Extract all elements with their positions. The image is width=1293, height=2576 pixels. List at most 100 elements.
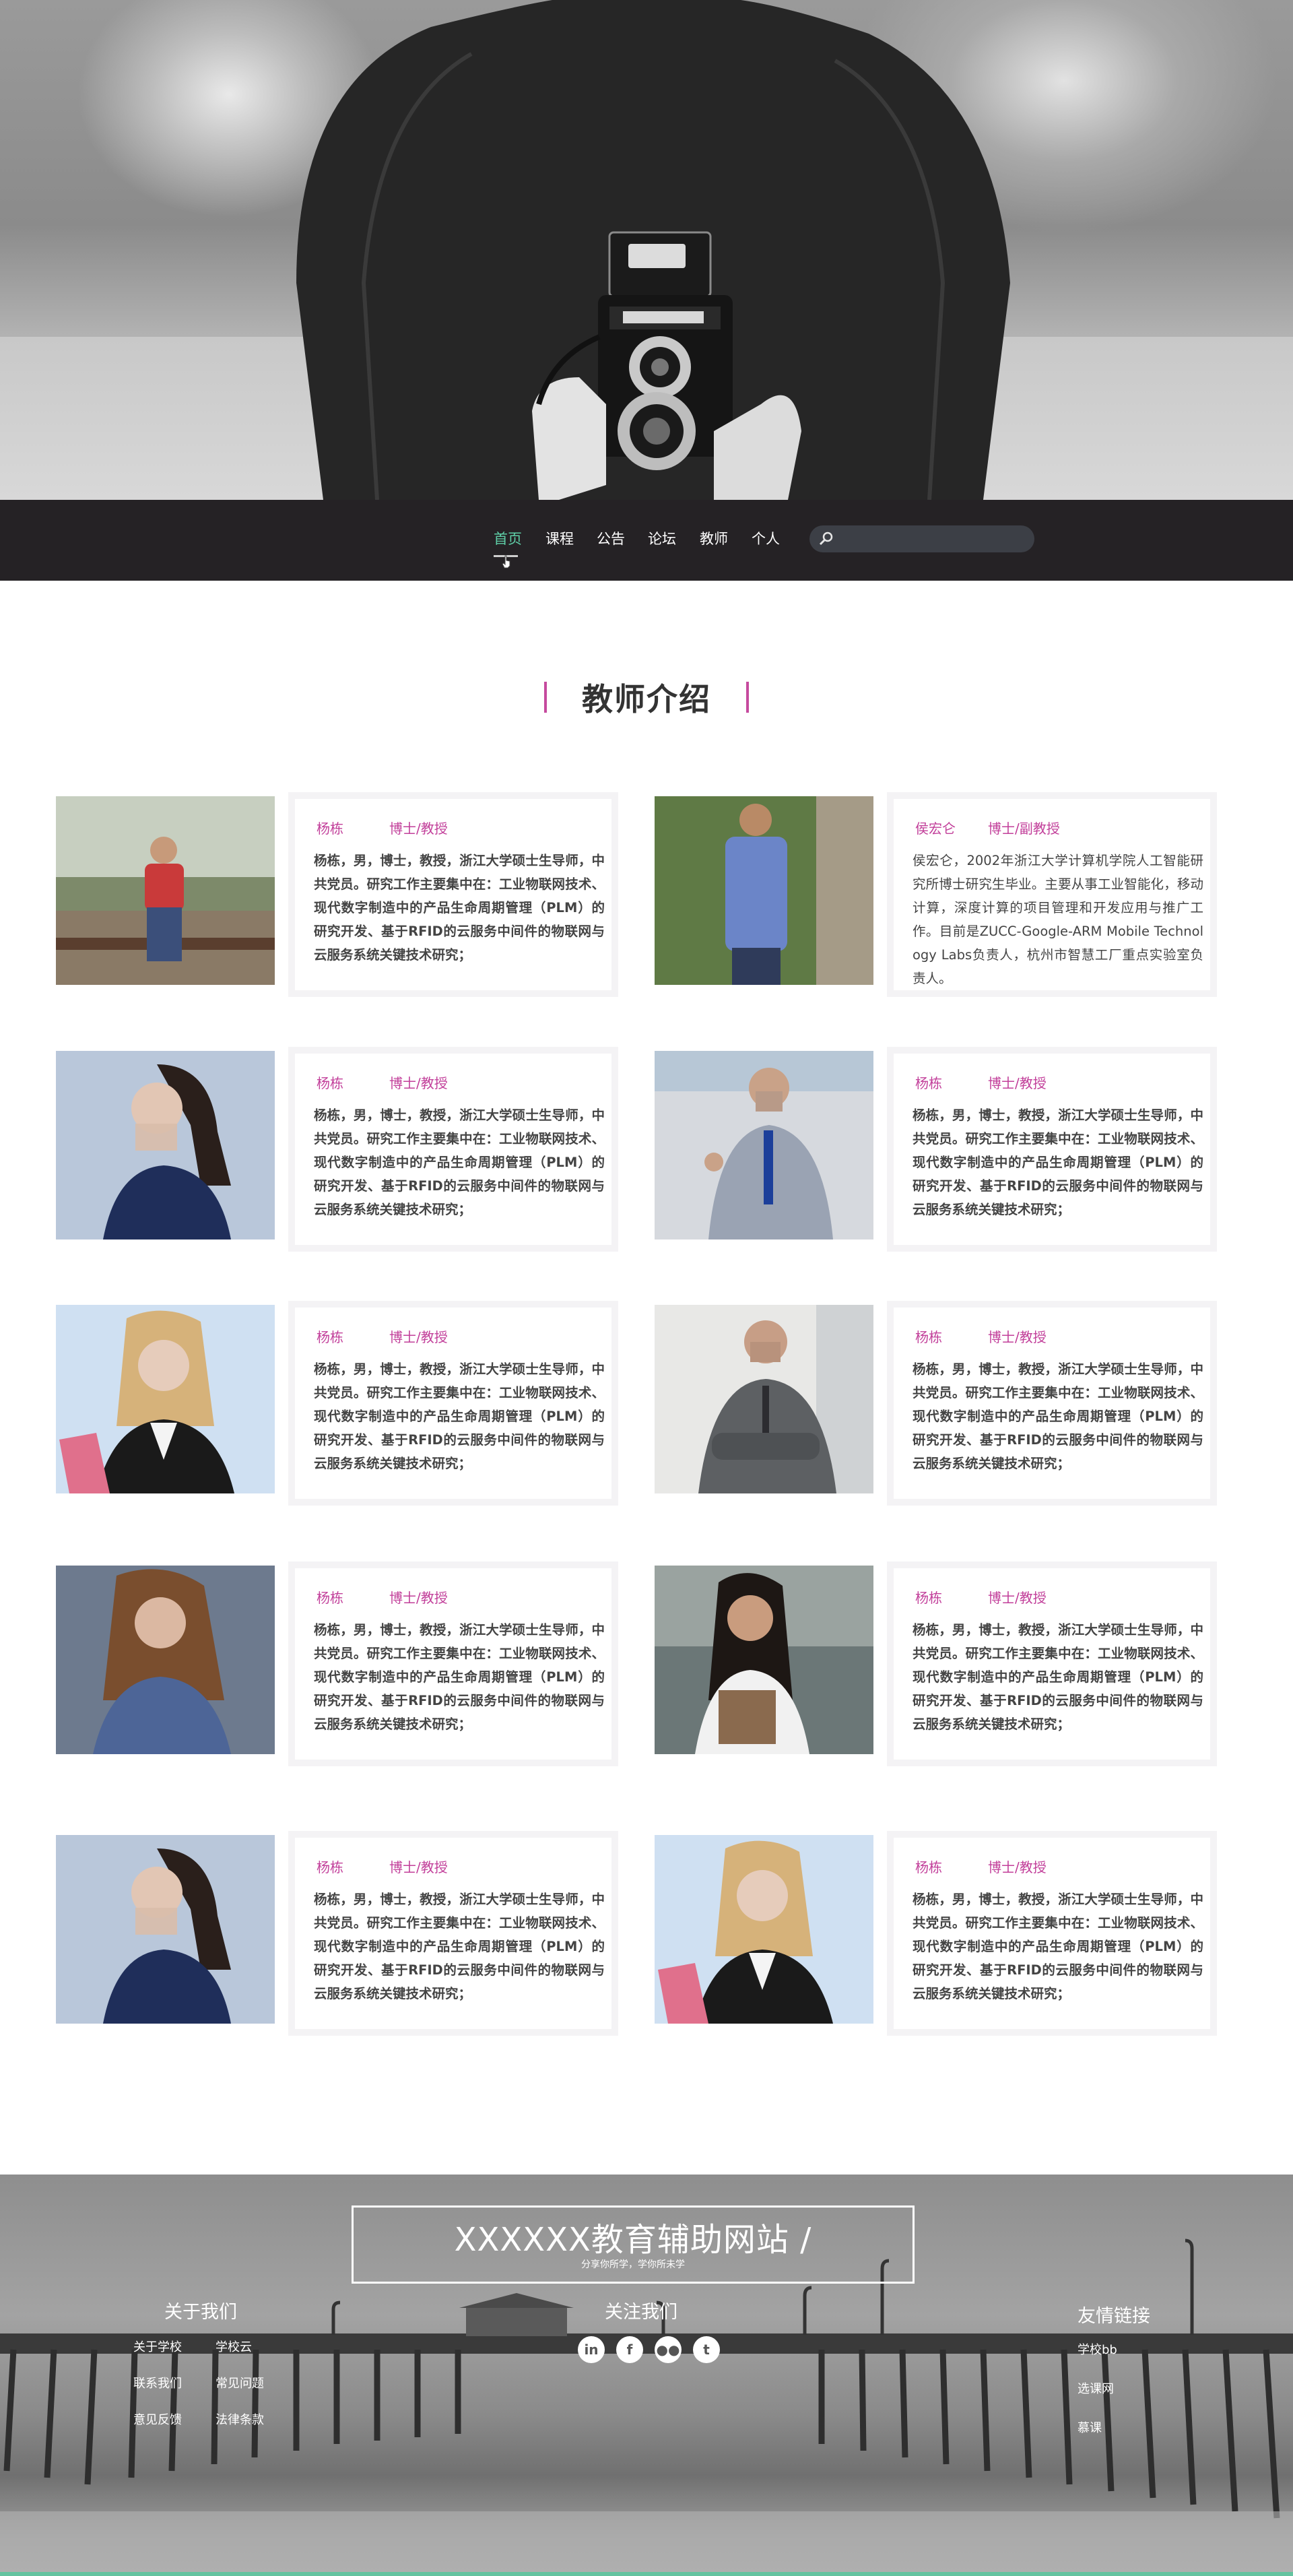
flickr-icon[interactable]: ●● <box>655 2336 682 2363</box>
teacher-name[interactable]: 杨栋 <box>915 1072 942 1092</box>
teacher-name[interactable]: 侯宏仑 <box>915 818 956 837</box>
twitter-icon[interactable]: t <box>693 2336 720 2363</box>
teacher-degree: 博士/教授 <box>389 1075 448 1091</box>
search-icon <box>819 532 833 546</box>
teacher-photo[interactable] <box>56 796 275 985</box>
footer-friends-title: 友情链接 <box>1078 2306 1150 2327</box>
teacher-description: 侯宏仑，2002年浙江大学计算机学院人工智能研究所博士研究生毕业。主要从事工业智… <box>913 853 1203 986</box>
teacher-info-frame: 杨栋 博士/教授杨栋，男，博士，教授，浙江大学硕士生导师，中共党员。研究工作主要集… <box>288 1047 618 1252</box>
teacher-description: 杨栋，男，博士，教授，浙江大学硕士生导师，中共党员。研究工作主要集中在：工业物联… <box>314 853 605 963</box>
footer-link-course-select[interactable]: 选课网 <box>1078 2379 1114 2397</box>
teacher-degree: 博士/教授 <box>389 1859 448 1875</box>
teacher-info-frame: 侯宏仑 博士/副教授侯宏仑，2002年浙江大学计算机学院人工智能研究所博士研究生毕… <box>887 792 1217 997</box>
teacher-info-frame: 杨栋 博士/教授杨栋，男，博士，教授，浙江大学硕士生导师，中共党员。研究工作主要集… <box>288 1561 618 1766</box>
nav-item-teachers[interactable]: 教师 <box>700 527 728 551</box>
teacher-degree: 博士/教授 <box>988 1590 1047 1606</box>
teacher-info-panel: 杨栋 博士/教授杨栋，男，博士，教授，浙江大学硕士生导师，中共党员。研究工作主要集… <box>894 1054 1210 1245</box>
teacher-info-panel: 杨栋 博士/教授杨栋，男，博士，教授，浙江大学硕士生导师，中共党员。研究工作主要集… <box>894 1568 1210 1760</box>
teacher-name[interactable]: 杨栋 <box>317 1857 343 1876</box>
footer: XXXXXX教育辅助网站 / 分享你所学，学你所未学 关于我们 关于学校 学校云… <box>0 2175 1293 2576</box>
teacher-degree: 博士/教授 <box>389 820 448 837</box>
main-nav: 首页 课程 公告 论坛 教师 个人 <box>0 500 1293 581</box>
teacher-degree: 博士/教授 <box>988 1859 1047 1875</box>
footer-link-school-cloud[interactable]: 学校云 <box>216 2338 252 2355</box>
nav-item-profile[interactable]: 个人 <box>752 527 780 551</box>
teacher-info-panel: 杨栋 博士/教授杨栋，男，博士，教授，浙江大学硕士生导师，中共党员。研究工作主要集… <box>894 1838 1210 2029</box>
hero-photographer-image <box>296 0 1010 500</box>
flickr-glyph: ●● <box>656 2342 680 2358</box>
teacher-name[interactable]: 杨栋 <box>915 1326 942 1346</box>
teacher-description: 杨栋，男，博士，教授，浙江大学硕士生导师，中共党员。研究工作主要集中在：工业物联… <box>314 1107 605 1217</box>
linkedin-icon[interactable]: in <box>578 2336 605 2363</box>
facebook-icon[interactable]: f <box>616 2336 643 2363</box>
footer-link-legal[interactable]: 法律条款 <box>216 2410 264 2428</box>
footer-brand-slogan: 分享你所学，学你所未学 <box>581 2259 685 2270</box>
teacher-description: 杨栋，男，博士，教授，浙江大学硕士生导师，中共党员。研究工作主要集中在：工业物联… <box>913 1892 1203 2001</box>
linkedin-glyph: in <box>584 2342 599 2358</box>
teacher-description: 杨栋，男，博士，教授，浙江大学硕士生导师，中共党员。研究工作主要集中在：工业物联… <box>314 1361 605 1471</box>
teacher-info-panel: 杨栋 博士/教授杨栋，男，博士，教授，浙江大学硕士生导师，中共党员。研究工作主要集… <box>295 1568 611 1760</box>
footer-brand-title: XXXXXX教育辅助网站 / <box>454 2221 812 2259</box>
nav-item-notices[interactable]: 公告 <box>597 527 625 551</box>
teacher-degree: 博士/教授 <box>988 1075 1047 1091</box>
teacher-photo[interactable] <box>655 1566 873 1754</box>
teacher-info-frame: 杨栋 博士/教授 杨栋，男，博士，教授，浙江大学硕士生导师，中共党员。研究工作主要集… <box>288 1831 618 2036</box>
hand-cursor-icon <box>502 555 510 569</box>
footer-link-school-bb[interactable]: 学校bb <box>1078 2340 1117 2358</box>
teacher-photo[interactable] <box>56 1835 275 2024</box>
teacher-name[interactable]: 杨栋 <box>915 1857 942 1876</box>
teacher-description: 杨栋，男，博士，教授，浙江大学硕士生导师，中共党员。研究工作主要集中在：工业物联… <box>913 1107 1203 1217</box>
teacher-description: 杨栋，男，博士，教授，浙江大学硕士生导师，中共党员。研究工作主要集中在：工业物联… <box>314 1622 605 1732</box>
footer-link-feedback[interactable]: 意见反馈 <box>133 2410 182 2428</box>
footer-accent-line <box>0 2572 1293 2576</box>
teacher-description: 杨栋，男，博士，教授，浙江大学硕士生导师，中共党员。研究工作主要集中在：工业物联… <box>913 1361 1203 1471</box>
facebook-glyph: f <box>626 2342 633 2358</box>
teacher-info-frame: 杨栋 博士/教授杨栋，男，博士，教授，浙江大学硕士生导师，中共党员。研究工作主要集… <box>887 1047 1217 1252</box>
teacher-info-panel: 杨栋 博士/教授杨栋，男，博士，教授，浙江大学硕士生导师，中共党员。研究工作主要集… <box>894 1308 1210 1499</box>
teacher-info-panel: 杨栋 博士/教授 杨栋，男，博士，教授，浙江大学硕士生导师，中共党员。研究工作主要集… <box>295 1838 611 2029</box>
teacher-degree: 博士/教授 <box>988 1329 1047 1345</box>
section-title-text: 教师介绍 <box>582 681 711 717</box>
title-left-bar <box>544 682 547 713</box>
teacher-info-panel: 杨栋 博士/教授杨栋，男，博士，教授，浙江大学硕士生导师，中共党员。研究工作主要集… <box>295 1054 611 1245</box>
teacher-info-frame: 杨栋 博士/教授杨栋，男，博士，教授，浙江大学硕士生导师，中共党员。研究工作主要集… <box>887 1561 1217 1766</box>
teacher-photo[interactable] <box>655 1051 873 1239</box>
teacher-info-panel: 杨栋 博士/教授杨栋，男，博士，教授，浙江大学硕士生导师，中共党员。研究工作主要集… <box>295 799 611 990</box>
search-input[interactable] <box>809 525 1034 552</box>
footer-brand-box: XXXXXX教育辅助网站 / 分享你所学，学你所未学 <box>352 2205 915 2284</box>
title-right-bar <box>746 682 749 713</box>
nav-item-home[interactable]: 首页 <box>494 527 522 551</box>
teacher-name[interactable]: 杨栋 <box>915 1587 942 1607</box>
teacher-description: 杨栋，男，博士，教授，浙江大学硕士生导师，中共党员。研究工作主要集中在：工业物联… <box>913 1622 1203 1732</box>
nav-item-courses[interactable]: 课程 <box>545 527 574 551</box>
teacher-degree: 博士/副教授 <box>988 820 1060 837</box>
teacher-name[interactable]: 杨栋 <box>317 1326 343 1346</box>
teacher-info-panel: 侯宏仑 博士/副教授侯宏仑，2002年浙江大学计算机学院人工智能研究所博士研究生毕… <box>894 799 1210 990</box>
footer-link-faq[interactable]: 常见问题 <box>216 2374 264 2391</box>
teacher-degree: 博士/教授 <box>389 1329 448 1345</box>
teacher-info-frame: 杨栋 博士/教授杨栋，男，博士，教授，浙江大学硕士生导师，中共党员。研究工作主要集… <box>887 1301 1217 1506</box>
teacher-name[interactable]: 杨栋 <box>317 1072 343 1092</box>
footer-about-title: 关于我们 <box>164 2302 237 2323</box>
teacher-photo[interactable] <box>655 1835 873 2024</box>
footer-link-contact[interactable]: 联系我们 <box>133 2374 182 2391</box>
teacher-photo[interactable] <box>56 1566 275 1754</box>
footer-follow-title: 关注我们 <box>605 2302 677 2323</box>
hero-banner <box>0 0 1293 500</box>
teacher-info-frame: 杨栋 博士/教授杨栋，男，博士，教授，浙江大学硕士生导师，中共党员。研究工作主要集… <box>288 792 618 997</box>
nav-item-forum[interactable]: 论坛 <box>648 527 676 551</box>
teacher-name[interactable]: 杨栋 <box>317 818 343 837</box>
footer-link-mooc[interactable]: 慕课 <box>1078 2418 1102 2436</box>
teacher-photo[interactable] <box>56 1305 275 1493</box>
teacher-info-panel: 杨栋 博士/教授杨栋，男，博士，教授，浙江大学硕士生导师，中共党员。研究工作主要集… <box>295 1308 611 1499</box>
teacher-photo[interactable] <box>56 1051 275 1239</box>
teacher-info-frame: 杨栋 博士/教授杨栋，男，博士，教授，浙江大学硕士生导师，中共党员。研究工作主要集… <box>288 1301 618 1506</box>
teacher-photo[interactable] <box>655 796 873 985</box>
section-title: 教师介绍 <box>0 675 1293 729</box>
footer-link-about-school[interactable]: 关于学校 <box>133 2338 182 2355</box>
teacher-info-frame: 杨栋 博士/教授杨栋，男，博士，教授，浙江大学硕士生导师，中共党员。研究工作主要集… <box>887 1831 1217 2036</box>
twitter-glyph: t <box>703 2342 710 2358</box>
teacher-degree: 博士/教授 <box>389 1590 448 1606</box>
teacher-name[interactable]: 杨栋 <box>317 1587 343 1607</box>
teacher-photo[interactable] <box>655 1305 873 1493</box>
